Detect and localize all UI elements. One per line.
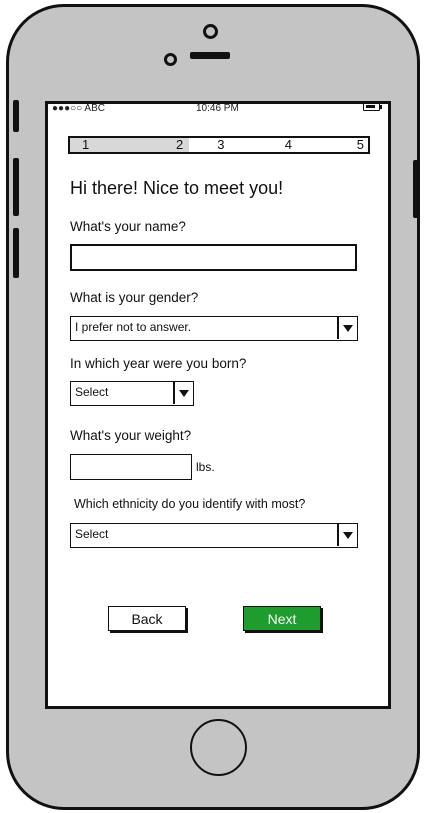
chevron-down-icon [343, 324, 353, 332]
front-camera-icon [164, 53, 177, 66]
carrier-label: ●●●○○ ABC [52, 103, 105, 114]
step-1-label: 1 [82, 137, 90, 152]
home-button[interactable] [190, 719, 247, 776]
weight-unit-label: lbs. [196, 460, 215, 474]
birth-year-dropdown-arrow[interactable] [173, 382, 193, 404]
chevron-down-icon [179, 389, 189, 397]
weight-label: What's your weight? [70, 428, 192, 443]
birth-year-label: In which year were you born? [70, 356, 247, 371]
battery-icon [363, 103, 380, 111]
speaker-grille [190, 52, 230, 59]
step-4-label: 4 [284, 137, 293, 152]
step-1[interactable]: 1 [70, 138, 130, 152]
gender-dropdown-arrow[interactable] [337, 317, 357, 339]
step-5-label: 5 [356, 137, 364, 152]
progress-stepper: 1 2 3 4 5 [68, 136, 370, 154]
step-2[interactable]: 2 [129, 137, 190, 152]
step-2-label: 2 [175, 137, 184, 152]
birth-year-select-value: Select [75, 385, 109, 399]
weight-input[interactable] [70, 454, 192, 480]
page-title: Hi there! Nice to meet you! [70, 178, 284, 198]
volume-up-button [13, 158, 19, 216]
chevron-down-icon [343, 531, 353, 539]
camera-icon [203, 24, 218, 39]
gender-label: What is your gender? [70, 290, 199, 305]
back-button[interactable]: Back [108, 606, 186, 631]
gender-select-value: I prefer not to answer. [75, 320, 192, 334]
step-3-label: 3 [217, 137, 225, 152]
name-label: What's your name? [70, 219, 186, 234]
name-input[interactable] [70, 244, 357, 271]
step-3[interactable]: 3 [189, 138, 249, 152]
birth-year-select[interactable]: Select [70, 381, 194, 406]
step-4[interactable]: 4 [249, 138, 309, 152]
volume-down-button [13, 228, 19, 278]
power-button [413, 160, 419, 218]
mute-switch [13, 100, 19, 132]
step-5[interactable]: 5 [308, 138, 368, 152]
ethnicity-select-value: Select [75, 527, 109, 541]
next-button[interactable]: Next [243, 606, 321, 631]
ethnicity-label: Which ethnicity do you identify with mos… [74, 497, 306, 511]
ethnicity-select[interactable]: Select [70, 523, 358, 548]
gender-select[interactable]: I prefer not to answer. [70, 316, 358, 341]
ethnicity-dropdown-arrow[interactable] [337, 524, 357, 546]
battery-tip [380, 105, 382, 109]
clock: 10:46 PM [196, 103, 239, 114]
